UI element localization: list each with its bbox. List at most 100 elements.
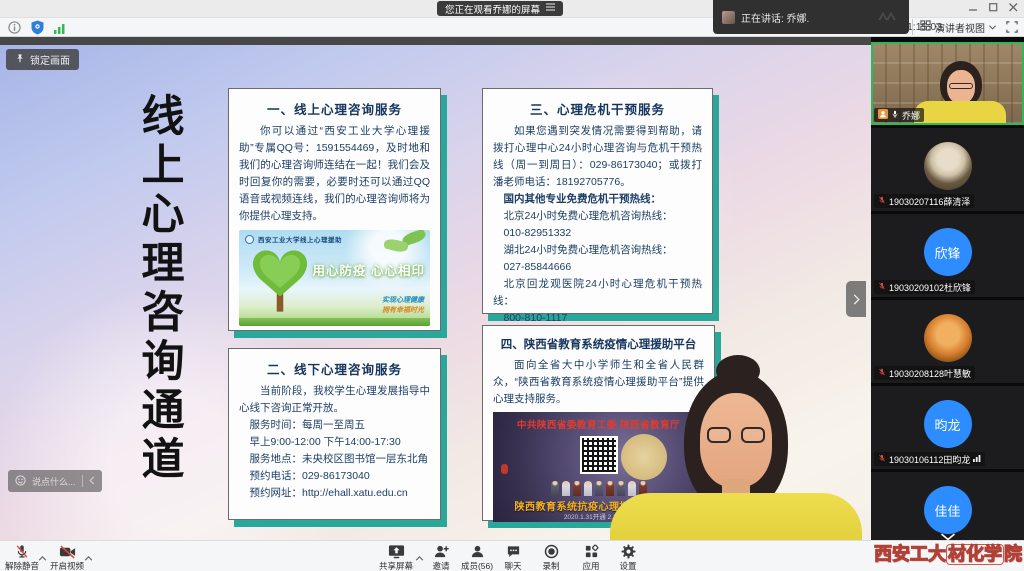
chat-icon	[506, 544, 521, 559]
psych-aid-banner-image: 西安工业大学线上心理援助 用心防疫 心心相印 实现心理健康 拥有幸福时光	[239, 230, 430, 326]
watermark-prefix: 西安工大	[874, 544, 946, 564]
participant-tile[interactable]: 欣锋 19030209102杜欣锋	[871, 214, 1024, 297]
card-title: 二、线下心理咨询服务	[239, 359, 430, 378]
card-line: 服务时间：每周一至周五	[239, 417, 430, 434]
close-button[interactable]	[1008, 2, 1019, 13]
mic-muted-icon	[878, 195, 886, 207]
participant-name: 19030208128叶慧敏	[889, 367, 971, 380]
card-line: 027-85844666	[493, 259, 702, 276]
card-line: 早上9:00-12:00 下午14:00-17:30	[239, 434, 430, 451]
slide-card-offline-counseling: 二、线下心理咨询服务 当前阶段，我校学生心理发展指导中心线下咨询正常开放。 服务…	[228, 348, 441, 520]
host-badge-icon	[878, 109, 888, 121]
card-title: 一、线上心理咨询服务	[239, 99, 430, 118]
shared-window-top-edge	[0, 37, 871, 45]
meeting-info-icon[interactable]	[8, 21, 21, 39]
members-icon	[470, 544, 485, 559]
participant-tile[interactable]: 19030207116薛清泽	[871, 128, 1024, 211]
mic-on-icon	[891, 109, 899, 121]
participant-avatar: 欣锋	[924, 228, 972, 276]
participant-avatar: 昀龙	[924, 400, 972, 448]
status-icons	[8, 20, 66, 40]
menu-icon	[546, 3, 555, 14]
slide-card-online-counseling: 一、线上心理咨询服务 你可以通过“西安工业大学心理援助”专属QQ号：159155…	[228, 88, 441, 331]
card-line: 预约网址：http://ehall.xatu.edu.cn	[239, 485, 430, 502]
watching-screen-label: 您正在观看乔娜的屏幕	[445, 2, 540, 16]
card-intro: 如果您遇到突发情况需要得到帮助，请拨打心理中心24小时心理咨询与危机干预热线（周…	[493, 123, 702, 191]
record-button[interactable]: 录制	[529, 544, 573, 571]
slide-card-crisis-intervention: 三、心理危机干预服务 如果您遇到突发情况需要得到帮助，请拨打心理中心24小时心理…	[482, 88, 713, 314]
watching-screen-banner[interactable]: 您正在观看乔娜的屏幕	[437, 1, 563, 16]
participant-name: 乔娜	[902, 109, 920, 122]
participant-name: 19030209102杜欣锋	[889, 281, 971, 294]
share-screen-button[interactable]: 共享屏幕	[374, 544, 418, 571]
meeting-window: 您正在观看乔娜的屏幕 正在讲话: 乔娜. 01:15:03 演讲者视图 锁定画面…	[0, 0, 1024, 571]
watermark-suffix: 院	[1004, 544, 1022, 564]
quick-chat-placeholder[interactable]: 说点什么...	[32, 475, 76, 488]
card-line: 湖北24小时免费心理危机咨询热线：	[493, 242, 702, 259]
card-highlight-line: 国内其他专业免费危机干预热线：	[493, 191, 702, 208]
speaking-label: 正在讲话: 乔娜.	[741, 10, 809, 25]
heart-tree-illustration	[244, 240, 316, 321]
window-controls	[968, 2, 1019, 13]
view-mode-label: 演讲者视图	[935, 20, 985, 35]
maximize-button[interactable]	[988, 2, 999, 13]
participant-name-chip: 19030208128叶慧敏	[874, 366, 975, 380]
participant-tile[interactable]: 19030208128叶慧敏	[871, 300, 1024, 383]
quick-chat-bar[interactable]: 说点什么...	[8, 470, 102, 492]
network-signal-icon	[973, 454, 981, 464]
lantern-decoration	[501, 464, 508, 474]
grass-decoration	[239, 318, 430, 326]
banner-slogan: 用心防疫 心心相印	[313, 260, 425, 279]
security-shield-icon[interactable]	[31, 20, 44, 40]
apps-icon	[584, 544, 599, 559]
settings-button[interactable]: 设置	[606, 544, 650, 571]
video-options-chevron[interactable]	[84, 548, 93, 566]
participant-avatar: 佳佳	[924, 486, 972, 534]
button-label: 聊天	[504, 560, 521, 571]
minimize-button[interactable]	[968, 2, 979, 13]
card-line: 北京回龙观医院24小时心理危机干预热线：	[493, 276, 702, 310]
lock-view-button[interactable]: 锁定画面	[6, 49, 79, 70]
divider	[82, 475, 83, 487]
button-label: 共享屏幕	[379, 560, 413, 571]
fullscreen-button[interactable]	[1006, 20, 1018, 38]
start-video-button[interactable]: 开启视频	[47, 544, 87, 571]
mic-muted-icon	[878, 367, 886, 379]
glasses	[705, 427, 767, 445]
glasses	[949, 83, 973, 89]
camera-off-icon	[59, 544, 76, 559]
invite-person-icon	[434, 544, 449, 559]
card-line: 预约电话：029-86173040	[239, 468, 430, 485]
participant-tile[interactable]: 昀龙 19030106112田昀龙	[871, 386, 1024, 469]
card-line: 北京24小时免费心理危机咨询热线：	[493, 208, 702, 225]
participant-name-chip: 19030106112田昀龙	[874, 452, 985, 466]
participant-video-figure	[914, 61, 1006, 123]
card-line: 服务地点：未央校区图书馆一层东北角	[239, 451, 430, 468]
network-signal-icon[interactable]	[54, 21, 66, 39]
scroll-more-chevron-icon[interactable]	[940, 528, 955, 540]
slide-vertical-title: 线上心理咨询通道	[128, 93, 190, 485]
participant-tile[interactable]: 佳佳	[871, 472, 1024, 540]
participant-tile-video[interactable]: 乔娜	[871, 42, 1024, 125]
share-screen-icon	[388, 544, 405, 559]
chevron-down-icon	[989, 22, 996, 33]
participants-sidebar: 乔娜 19030207116薛清泽 欣锋 19030209102杜欣锋 1903…	[871, 37, 1024, 540]
emoji-icon[interactable]	[15, 475, 26, 488]
participant-name-chip: 乔娜	[874, 108, 924, 122]
sidebar-collapse-handle[interactable]	[846, 281, 866, 317]
record-icon	[544, 544, 559, 559]
card-body: 你可以通过“西安工业大学心理援助”专属QQ号：1591554469，及时地和我们…	[239, 123, 430, 225]
card-title: 四、陕西省教育系统疫情心理援助平台	[493, 336, 704, 352]
participant-avatar	[924, 314, 972, 362]
mic-options-chevron[interactable]	[38, 548, 47, 566]
chevron-left-icon[interactable]	[89, 476, 95, 487]
mic-muted-icon	[878, 453, 886, 465]
gear-icon	[621, 544, 636, 559]
button-label: 开启视频	[50, 560, 84, 571]
speaker-avatar	[722, 11, 735, 24]
unmute-button[interactable]: 解除静音	[2, 544, 42, 571]
button-label: 解除静音	[5, 560, 39, 571]
participant-name-chip: 19030209102杜欣锋	[874, 280, 975, 294]
view-mode-button[interactable]: 演讲者视图	[912, 19, 996, 35]
button-label: 成员(56)	[461, 560, 493, 571]
